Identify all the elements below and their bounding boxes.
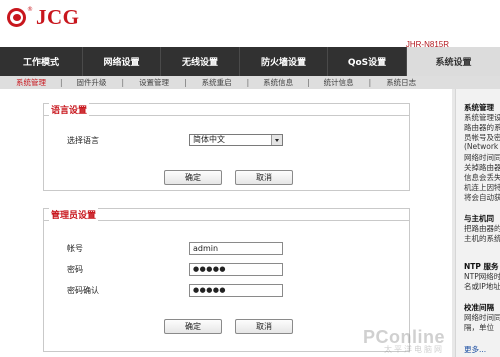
username-input[interactable]: admin <box>189 242 283 255</box>
subnav-separator: | <box>121 78 125 87</box>
registered-mark: ® <box>27 6 33 13</box>
help-panel: 系统管理 系统管理设 路由器的系 员帐号及密 (Network 网络时间同 关掉… <box>455 89 500 357</box>
pconline-watermark-sub: 太平洋电脑网 <box>384 345 444 354</box>
main-content: 语言设置 选择语言 简体中文 确定 取消 管理员设置 帐号 admin 密码 ●… <box>0 89 452 357</box>
admin-cancel-button[interactable]: 取消 <box>235 319 293 334</box>
confirm-password-label: 密码确认 <box>67 286 99 295</box>
username-label: 帐号 <box>67 244 83 253</box>
admin-confirm-button[interactable]: 确定 <box>164 319 222 334</box>
panel-divider <box>44 115 409 116</box>
subnav-separator: | <box>184 78 187 87</box>
subtab-system-log[interactable]: 系统日志 <box>386 77 416 88</box>
help-text: 主机的系统 <box>464 234 500 243</box>
help-text: 将会自动获 <box>464 193 500 202</box>
help-more-link[interactable]: 更多... <box>464 344 486 355</box>
main-nav: 工作模式 网络设置 无线设置 防火墙设置 QoS设置 系统设置 <box>0 47 500 76</box>
panel-divider <box>44 220 409 221</box>
sub-nav: 系统管理 | 固件升级 | 设置管理 | 系统重启 | 系统信息 | 统计信息 … <box>0 76 500 89</box>
language-confirm-button[interactable]: 确定 <box>164 170 222 185</box>
tab-system-settings[interactable]: 系统设置 <box>407 47 500 76</box>
subnav-separator: | <box>246 78 250 87</box>
tab-firewall-settings[interactable]: 防火墙设置 <box>240 47 328 76</box>
logo-text: JCG <box>36 4 80 29</box>
confirm-password-input[interactable]: ●●●●● <box>189 284 283 297</box>
help-text: 名或IP地址 <box>464 282 500 291</box>
subtab-config-management[interactable]: 设置管理 <box>139 77 169 88</box>
jcg-logo-icon <box>7 7 26 27</box>
tab-network-settings[interactable]: 网络设置 <box>83 47 161 76</box>
subtab-system-info[interactable]: 系统信息 <box>263 77 293 88</box>
subnav-separator: | <box>307 78 310 87</box>
admin-settings-panel: 管理员设置 帐号 admin 密码 ●●●●● 密码确认 ●●●●● 确定 取消 <box>43 208 410 352</box>
subtab-system-management[interactable]: 系统管理 <box>16 77 46 88</box>
chevron-down-icon[interactable] <box>271 135 282 145</box>
header: ® JCG <box>0 0 500 36</box>
help-text: (Network <box>464 142 499 151</box>
subnav-separator: | <box>60 78 63 87</box>
help-text: 隔，单位 <box>464 323 494 332</box>
password-label: 密码 <box>67 265 83 274</box>
language-select-value: 简体中文 <box>193 135 225 144</box>
subtab-firmware-upgrade[interactable]: 固件升级 <box>77 77 107 88</box>
subtab-system-restart[interactable]: 系统重启 <box>202 77 232 88</box>
jcg-logo: ® JCG <box>7 4 80 29</box>
subnav-separator: | <box>368 78 372 87</box>
tab-qos-settings[interactable]: QoS设置 <box>328 47 407 76</box>
language-select[interactable]: 简体中文 <box>189 134 283 146</box>
language-settings-panel: 语言设置 选择语言 简体中文 确定 取消 <box>43 103 410 191</box>
language-settings-title: 语言设置 <box>49 103 90 116</box>
language-select-label: 选择语言 <box>67 136 99 145</box>
password-input[interactable]: ●●●●● <box>189 263 283 276</box>
admin-settings-title: 管理员设置 <box>49 208 99 221</box>
language-cancel-button[interactable]: 取消 <box>235 170 293 185</box>
tab-work-mode[interactable]: 工作模式 <box>0 47 83 76</box>
subtab-statistics[interactable]: 统计信息 <box>324 77 354 88</box>
tab-wireless-settings[interactable]: 无线设置 <box>161 47 240 76</box>
